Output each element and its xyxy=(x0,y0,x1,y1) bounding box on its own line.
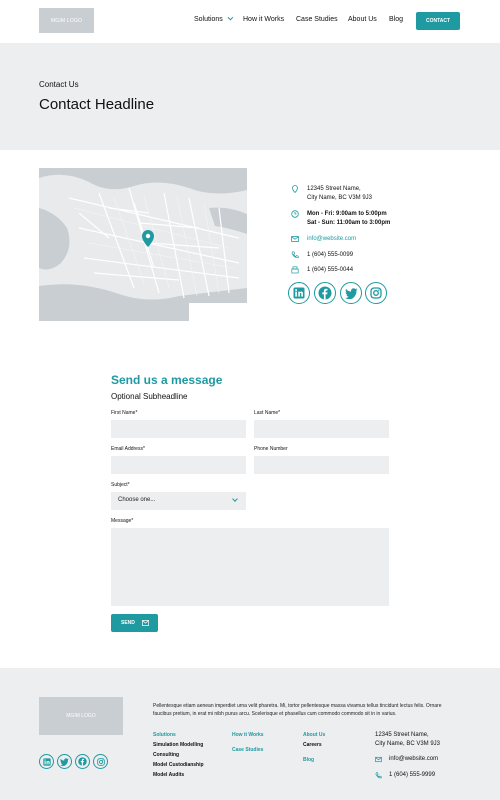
hours-line-1: Mon - Fri: 9:00am to 5:00pm xyxy=(307,211,387,217)
email-label: Email Address* xyxy=(111,446,145,452)
footer-about-heading[interactable]: About Us xyxy=(303,730,325,740)
footer-link-how-it-works[interactable]: How it Works xyxy=(232,730,264,740)
footer-solutions-heading[interactable]: Solutions xyxy=(153,730,215,740)
twitter-icon xyxy=(60,757,69,766)
footer-instagram-button[interactable] xyxy=(93,754,108,769)
fax-icon xyxy=(291,266,299,274)
chevron-down-icon xyxy=(232,496,238,502)
phone-text[interactable]: 1 (604) 555-0099 xyxy=(307,251,353,260)
footer-address-line-1: 12345 Street Name, xyxy=(375,732,429,738)
footer-email[interactable]: info@website.com xyxy=(389,756,438,762)
nav-how-it-works[interactable]: How it Works xyxy=(243,16,284,23)
footer-link-audits[interactable]: Model Audits xyxy=(153,770,215,780)
mail-icon xyxy=(375,756,382,763)
footer-link-case-studies[interactable]: Case Studies xyxy=(232,745,264,755)
subject-label: Subject* xyxy=(111,482,130,488)
footer-link-careers[interactable]: Careers xyxy=(303,740,325,750)
footer-address: 12345 Street Name, City Name, BC V3M 9J3 xyxy=(375,731,440,749)
footer-linkedin-button[interactable] xyxy=(39,754,54,769)
address-line-1: 12345 Street Name, xyxy=(307,186,361,192)
send-button-label: SEND xyxy=(121,620,135,626)
location-pin-icon xyxy=(292,185,298,193)
footer-phone[interactable]: 1 (604) 555-9999 xyxy=(389,772,435,778)
phone-icon xyxy=(375,772,382,779)
linkedin-icon xyxy=(42,757,51,766)
mail-icon xyxy=(291,236,299,242)
nav-solutions[interactable]: Solutions xyxy=(194,14,234,23)
phone-label: Phone Number xyxy=(254,446,288,452)
subject-value: Choose one... xyxy=(118,497,156,503)
first-name-field[interactable] xyxy=(111,420,246,438)
phone-field[interactable] xyxy=(254,456,389,474)
last-name-label: Last Name* xyxy=(254,410,281,416)
footer-address-line-2: City Name, BC V3M 9J3 xyxy=(375,741,441,747)
footer-logo[interactable]: MGIM LOGO xyxy=(39,697,123,735)
nav-about-us[interactable]: About Us xyxy=(348,16,377,23)
instagram-icon xyxy=(96,757,105,766)
footer-col-about: About Us Careers Blog xyxy=(303,730,325,765)
site-logo[interactable]: MGIM LOGO xyxy=(39,8,94,33)
instagram-button[interactable] xyxy=(365,282,387,304)
hours-text: Mon - Fri: 9:00am to 5:00pm Sat - Sun: 11… xyxy=(307,210,390,228)
instagram-icon xyxy=(370,287,382,299)
clock-icon xyxy=(291,210,299,218)
hero-eyebrow: Contact Us xyxy=(39,80,79,89)
footer-paragraph: Pellentesque etiam aenean imperdiet urna… xyxy=(153,703,442,717)
phone-icon xyxy=(291,251,299,259)
nav-case-studies[interactable]: Case Studies xyxy=(296,16,338,23)
twitter-icon xyxy=(344,287,357,299)
send-button[interactable]: SEND xyxy=(111,614,158,632)
footer-link-custodianship[interactable]: Model Custodianship xyxy=(153,760,215,770)
contact-button[interactable]: CONTACT xyxy=(416,12,460,30)
mail-icon xyxy=(142,620,149,626)
email-field[interactable] xyxy=(111,456,246,474)
hero-section: Contact Us Contact Headline xyxy=(0,43,500,150)
message-label: Message* xyxy=(111,518,134,524)
site-logo-text: MGIM LOGO xyxy=(50,17,83,24)
footer-twitter-button[interactable] xyxy=(57,754,72,769)
form-subheadline: Optional Subheadline xyxy=(111,392,188,401)
facebook-icon xyxy=(318,286,332,300)
top-navigation: MGIM LOGO Solutions How it Works Case St… xyxy=(0,0,500,43)
page-title: Contact Headline xyxy=(39,96,155,113)
address-line-2: City Name, BC V3M 9J3 xyxy=(307,195,373,201)
nav-blog[interactable]: Blog xyxy=(389,16,403,23)
fax-text: 1 (604) 555-0044 xyxy=(307,267,354,273)
contact-button-label: CONTACT xyxy=(425,18,451,24)
form-title: Send us a message xyxy=(111,373,223,387)
twitter-button[interactable] xyxy=(340,282,362,304)
nav-solutions-label: Solutions xyxy=(194,16,223,23)
footer-col-solutions: Solutions Simulation Modelling Consultin… xyxy=(153,730,215,780)
facebook-icon xyxy=(78,757,87,766)
chevron-down-icon xyxy=(227,14,234,21)
footer-logo-text: MGIM LOGO xyxy=(66,713,96,719)
map-graphic xyxy=(39,168,247,321)
footer-link-simulation[interactable]: Simulation Modelling Consulting xyxy=(153,740,215,760)
facebook-button[interactable] xyxy=(314,282,336,304)
hours-line-2: Sat - Sun: 11:00am to 3:00pm xyxy=(307,220,391,226)
last-name-field[interactable] xyxy=(254,420,389,438)
email-link[interactable]: info@website.com xyxy=(307,235,356,244)
first-name-label: First Name* xyxy=(111,410,138,416)
address-text: 12345 Street Name, City Name, BC V3M 9J3 xyxy=(307,185,372,203)
footer-facebook-button[interactable] xyxy=(75,754,90,769)
footer-col-how: How it Works Case Studies xyxy=(232,730,264,755)
footer: MGIM LOGO Pellentesque etiam aenean impe… xyxy=(0,668,500,800)
subject-select[interactable]: Choose one... xyxy=(111,492,246,510)
message-field[interactable] xyxy=(111,528,389,606)
linkedin-icon xyxy=(293,287,305,299)
location-map[interactable] xyxy=(39,168,247,321)
linkedin-button[interactable] xyxy=(288,282,310,304)
footer-link-blog[interactable]: Blog xyxy=(303,755,325,765)
